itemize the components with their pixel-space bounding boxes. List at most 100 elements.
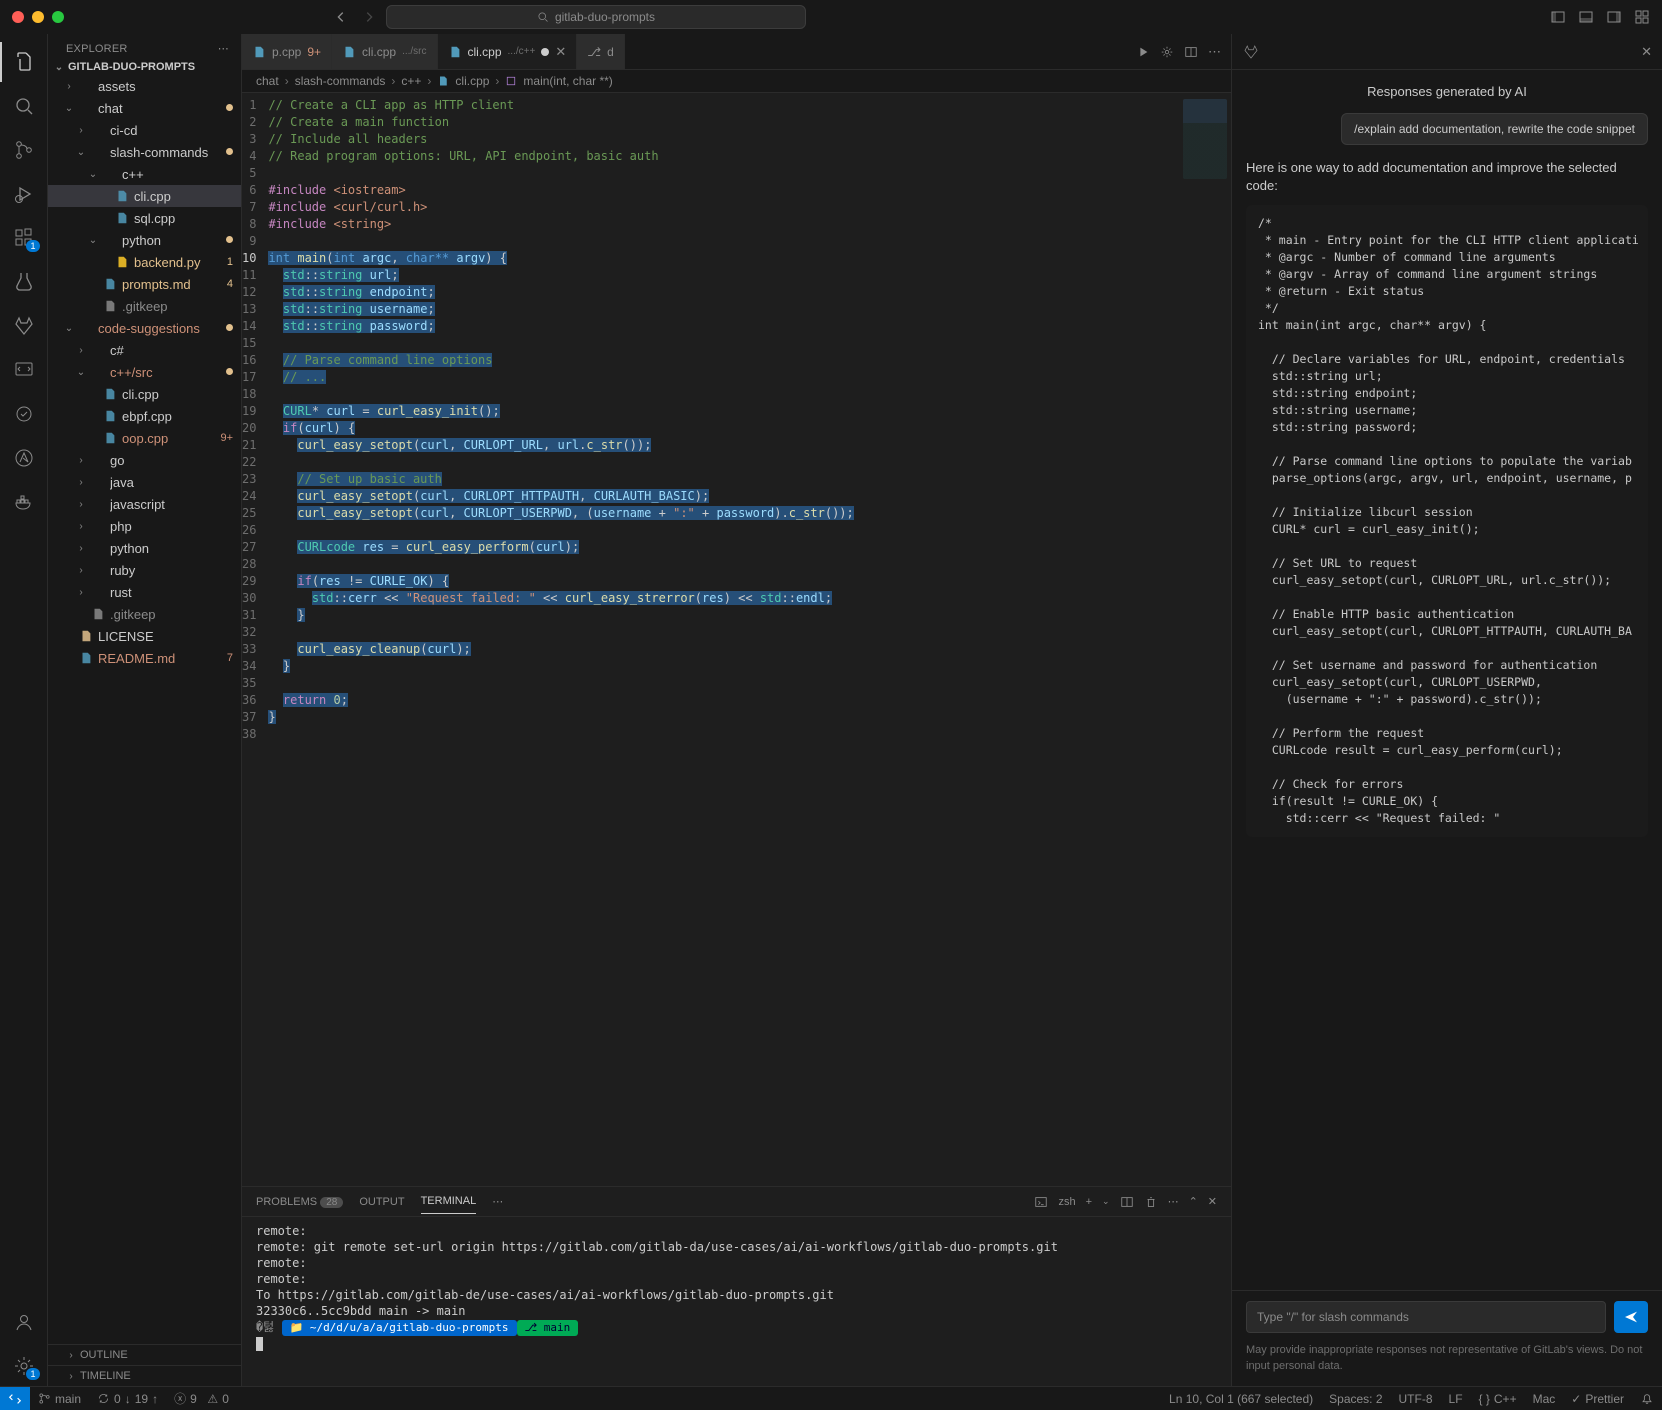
timeline-section[interactable]: ›TIMELINE [48, 1365, 241, 1386]
status-branch[interactable]: main [30, 1392, 89, 1406]
folder-javascript[interactable]: ›javascript [48, 493, 241, 515]
file-backend.py[interactable]: backend.py1 [48, 251, 241, 273]
file-cli.cpp[interactable]: cli.cpp [48, 185, 241, 207]
status-formatter[interactable]: ✓ Prettier [1563, 1392, 1632, 1406]
file-sql.cpp[interactable]: sql.cpp [48, 207, 241, 229]
ai-send-button[interactable] [1614, 1301, 1648, 1333]
layout-sidebar-right-icon[interactable] [1606, 9, 1622, 25]
file-.gitkeep[interactable]: .gitkeep [48, 295, 241, 317]
folder-assets[interactable]: ›assets [48, 75, 241, 97]
terminal-split-icon[interactable] [1120, 1195, 1134, 1209]
sidebar-root[interactable]: ⌄GITLAB-DUO-PROMPTS [48, 59, 241, 75]
activity-chef[interactable] [0, 394, 48, 434]
folder-c#[interactable]: ›c# [48, 339, 241, 361]
breadcrumb-item[interactable]: cli.cpp [455, 74, 489, 88]
panel-maximize-icon[interactable]: ⌃ [1189, 1195, 1198, 1208]
run-icon[interactable] [1136, 45, 1150, 59]
command-center[interactable]: gitlab-duo-prompts [386, 5, 806, 29]
status-bell-icon[interactable] [1632, 1392, 1662, 1406]
panel-tab-terminal[interactable]: TERMINAL [421, 1189, 477, 1214]
folder-chat[interactable]: ⌄chat [48, 97, 241, 119]
file-LICENSE[interactable]: LICENSE [48, 625, 241, 647]
activity-testing[interactable] [0, 262, 48, 302]
panel-tab-problems[interactable]: PROBLEMS 28 [256, 1190, 343, 1214]
tab-more-icon[interactable]: ⋯ [1208, 44, 1221, 60]
editor[interactable]: 1234567891011121314151617181920212223242… [242, 93, 1231, 1186]
status-encoding[interactable]: UTF-8 [1391, 1392, 1441, 1406]
activity-ansible[interactable] [0, 438, 48, 478]
gitlab-duo-icon[interactable] [1242, 43, 1260, 61]
folder-php[interactable]: ›php [48, 515, 241, 537]
folder-python[interactable]: ⌄python [48, 229, 241, 251]
breadcrumb-item[interactable]: slash-commands [295, 74, 386, 88]
breadcrumb[interactable]: chat›slash-commands›c++›cli.cpp›main(int… [242, 70, 1231, 93]
status-sync[interactable]: 0↓ 19↑ [89, 1392, 166, 1406]
tab-close-icon[interactable]: ✕ [555, 44, 566, 60]
sidebar-more-icon[interactable]: ⋯ [218, 42, 229, 55]
ai-code-block[interactable]: /* * main - Entry point for the CLI HTTP… [1246, 205, 1648, 837]
terminal-dropdown-icon[interactable]: ⌄ [1102, 1196, 1110, 1207]
code-area[interactable]: // Create a CLI app as HTTP client// Cre… [268, 93, 1175, 1186]
folder-python[interactable]: ›python [48, 537, 241, 559]
file-oop.cpp[interactable]: oop.cpp9+ [48, 427, 241, 449]
file-README.md[interactable]: README.md7 [48, 647, 241, 669]
activity-gitlab[interactable] [0, 306, 48, 346]
status-spaces[interactable]: Spaces: 2 [1321, 1392, 1390, 1406]
file-prompts.md[interactable]: prompts.md4 [48, 273, 241, 295]
folder-java[interactable]: ›java [48, 471, 241, 493]
terminal-profile-icon[interactable] [1034, 1195, 1048, 1209]
tab-cli.cpp[interactable]: cli.cpp.../src [332, 34, 437, 69]
folder-slash-commands[interactable]: ⌄slash-commands [48, 141, 241, 163]
customize-layout-icon[interactable] [1634, 9, 1650, 25]
tab-cli.cpp[interactable]: cli.cpp.../c++✕ [438, 34, 578, 69]
folder-c++/src[interactable]: ⌄c++/src [48, 361, 241, 383]
panel-tab-output[interactable]: OUTPUT [359, 1190, 404, 1214]
status-eol[interactable]: LF [1441, 1392, 1471, 1406]
activity-scm[interactable] [0, 130, 48, 170]
activity-account[interactable] [0, 1302, 48, 1342]
minimize-window-button[interactable] [32, 11, 44, 23]
activity-settings[interactable]: 1 [0, 1346, 48, 1386]
file-ebpf.cpp[interactable]: ebpf.cpp [48, 405, 241, 427]
activity-search[interactable] [0, 86, 48, 126]
activity-explorer[interactable] [0, 42, 48, 82]
file-cli.cpp[interactable]: cli.cpp [48, 383, 241, 405]
folder-ci-cd[interactable]: ›ci-cd [48, 119, 241, 141]
close-window-button[interactable] [12, 11, 24, 23]
layout-panel-icon[interactable] [1578, 9, 1594, 25]
panel-close-icon[interactable]: ✕ [1208, 1195, 1217, 1208]
tab-p.cpp[interactable]: p.cpp9+ [242, 34, 332, 69]
activity-extensions[interactable]: 1 [0, 218, 48, 258]
file-.gitkeep[interactable]: .gitkeep [48, 603, 241, 625]
nav-back-icon[interactable] [334, 10, 348, 24]
status-problems[interactable]: ⓧ 9 ⚠ 0 [166, 1390, 237, 1407]
status-os[interactable]: Mac [1525, 1392, 1564, 1406]
status-lang[interactable]: { } C++ [1471, 1392, 1525, 1406]
activity-docker[interactable] [0, 482, 48, 522]
split-editor-icon[interactable] [1184, 45, 1198, 59]
breadcrumb-item[interactable]: main(int, char **) [523, 74, 612, 88]
panel-more2-icon[interactable]: ⋯ [1168, 1195, 1179, 1208]
nav-forward-icon[interactable] [362, 10, 376, 24]
tab-d[interactable]: ⎇d [577, 34, 625, 69]
ai-input[interactable]: Type "/" for slash commands [1246, 1301, 1606, 1333]
outline-section[interactable]: ›OUTLINE [48, 1344, 241, 1365]
ai-panel-close-icon[interactable]: ✕ [1641, 44, 1652, 60]
breadcrumb-item[interactable]: chat [256, 74, 279, 88]
status-remote[interactable] [0, 1387, 30, 1410]
breadcrumb-item[interactable]: c++ [401, 74, 421, 88]
terminal-new-icon[interactable]: + [1086, 1196, 1092, 1208]
activity-remote[interactable] [0, 350, 48, 390]
terminal[interactable]: remote:remote: git remote set-url origin… [242, 1217, 1231, 1386]
panel-more-icon[interactable]: ⋯ [492, 1195, 503, 1208]
folder-code-suggestions[interactable]: ⌄code-suggestions [48, 317, 241, 339]
activity-debug[interactable] [0, 174, 48, 214]
minimap[interactable] [1175, 93, 1231, 1186]
status-cursor[interactable]: Ln 10, Col 1 (667 selected) [1161, 1392, 1321, 1406]
folder-ruby[interactable]: ›ruby [48, 559, 241, 581]
terminal-kill-icon[interactable] [1144, 1195, 1158, 1209]
maximize-window-button[interactable] [52, 11, 64, 23]
folder-go[interactable]: ›go [48, 449, 241, 471]
settings-icon[interactable] [1160, 45, 1174, 59]
folder-c++[interactable]: ⌄c++ [48, 163, 241, 185]
